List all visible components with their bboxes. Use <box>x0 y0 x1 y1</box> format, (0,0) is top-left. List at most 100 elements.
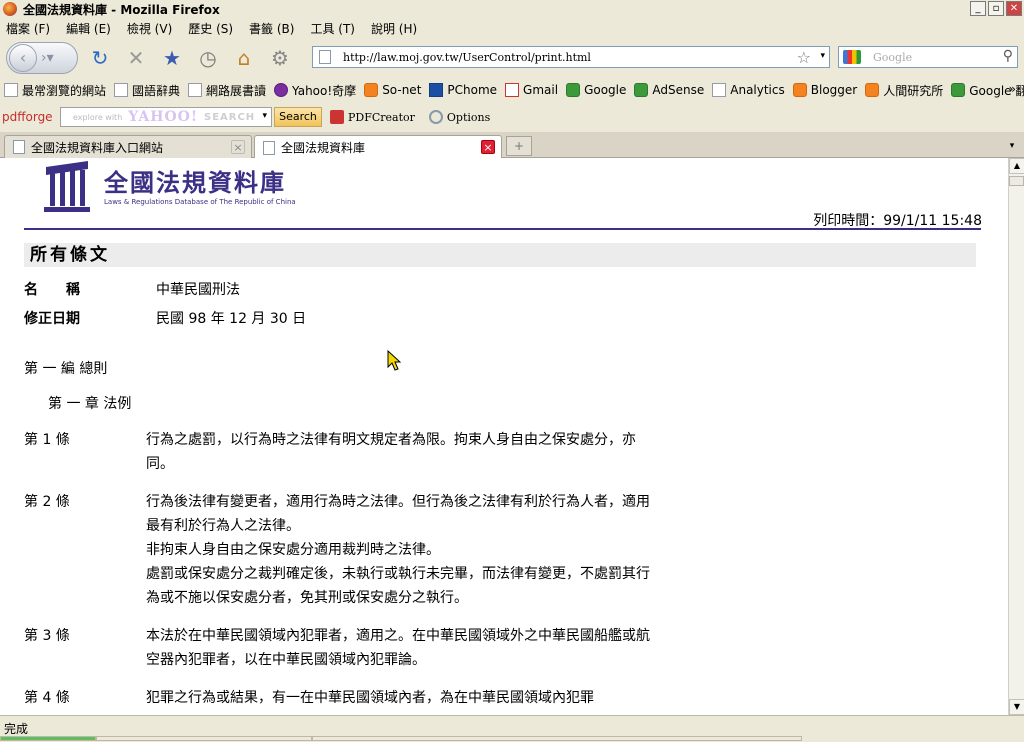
pdfforge-toolbar: pdfforge explore with YAHOO! SEARCH ▾ Se… <box>0 104 1024 130</box>
chevron-right-icon[interactable]: » <box>1009 82 1016 96</box>
pdfcreator-button[interactable]: PDFCreator <box>330 110 415 124</box>
forward-icon[interactable]: ›▾ <box>41 50 54 66</box>
stop-icon[interactable]: ✕ <box>122 44 150 72</box>
new-tab-button[interactable]: + <box>506 136 532 156</box>
close-button[interactable]: ✕ <box>1006 1 1022 16</box>
close-tab-icon[interactable]: × <box>231 140 245 154</box>
bookmark-label: Gmail <box>523 83 559 97</box>
bookmark-label: Google <box>584 83 627 97</box>
options-label: Options <box>446 110 491 124</box>
part-heading: 第 一 編 總則 <box>24 361 108 377</box>
search-icon[interactable]: ⚲ <box>1003 48 1013 64</box>
reload-icon[interactable]: ↻ <box>86 44 114 72</box>
meta-row-name: 名 稱 中華民國刑法 <box>24 279 240 299</box>
blogger-icon <box>865 83 880 97</box>
home-icon[interactable]: ⌂ <box>230 44 258 72</box>
bookmark-label: 最常瀏覽的網站 <box>22 83 107 98</box>
url-dropdown-icon[interactable]: ▾ <box>820 51 825 61</box>
bookmark-label: 國語辭典 <box>132 83 181 98</box>
page-icon <box>319 50 331 64</box>
yahoo-icon <box>274 83 289 97</box>
scroll-up-icon[interactable]: ▲ <box>1009 158 1024 174</box>
bookmark-label: So-net <box>382 83 422 97</box>
bookmark-star-icon[interactable]: ☆ <box>797 48 811 67</box>
menu-view[interactable]: 檢視 (V) <box>127 20 172 37</box>
history-clock-icon[interactable]: ◷ <box>194 44 222 72</box>
yahoo-search-placeholder: explore with <box>73 112 123 122</box>
bookmark-item[interactable]: Gmail <box>505 83 558 97</box>
meta-value: 民國 98 年 12 月 30 日 <box>156 311 307 327</box>
page-icon <box>13 140 25 154</box>
tab-law-portal[interactable]: 全國法規資料庫入口網站 × <box>4 135 252 158</box>
pchome-icon <box>429 83 444 97</box>
navigation-toolbar: ‹ ›▾ ↻ ✕ ★ ◷ ⌂ ⚙ http://law.moj.gov.tw/U… <box>0 38 1024 78</box>
options-gear-icon <box>428 110 443 124</box>
bookmark-item[interactable]: 國語辭典 <box>114 82 180 99</box>
scrollbar-thumb[interactable] <box>1009 176 1024 186</box>
bookmark-item[interactable]: 人間研究所 <box>865 82 943 99</box>
search-bar[interactable]: Google ⚲ <box>838 46 1018 68</box>
yahoo-search-input[interactable]: explore with YAHOO! SEARCH ▾ <box>60 107 272 127</box>
menu-help[interactable]: 說明 (H) <box>371 20 417 37</box>
google-icon[interactable] <box>843 50 861 64</box>
bookmark-item[interactable]: 網路展書讀 <box>188 82 266 99</box>
article: 第 4 條 犯罪之行為或結果，有一在中華民國領域內者，為在中華民國領域內犯罪 <box>24 686 662 710</box>
bookmark-item[interactable]: Google <box>566 83 626 97</box>
yahoo-search-button[interactable]: Search <box>274 107 322 127</box>
bookmark-item[interactable]: So-net <box>364 83 421 97</box>
law-building-icon <box>40 161 94 212</box>
bookmark-label: 人間研究所 <box>883 83 944 98</box>
article-number: 第 4 條 <box>24 690 70 706</box>
menu-bookmarks[interactable]: 書籤 (B) <box>249 20 294 37</box>
menu-file[interactable]: 檔案 (F) <box>6 20 50 37</box>
url-text[interactable]: http://law.moj.gov.tw/UserControl/print.… <box>343 51 591 64</box>
article-paragraph: 犯罪之行為或結果，有一在中華民國領域內者，為在中華民國領域內犯罪 <box>146 690 594 706</box>
page-icon <box>188 83 203 97</box>
url-bar[interactable]: http://law.moj.gov.tw/UserControl/print.… <box>312 46 830 68</box>
bookmarks-toolbar: 最常瀏覽的網站 國語辭典 網路展書讀 Yahoo!奇摩 So-net PChom… <box>0 78 1024 102</box>
menu-edit[interactable]: 編輯 (E) <box>66 20 111 37</box>
article-paragraph: 本法於在中華民國領域內犯罪者，適用之。在中華民國領域外之中華民國船艦或航空器內犯… <box>146 628 650 668</box>
bookmark-item[interactable]: 最常瀏覽的網站 <box>4 82 106 99</box>
close-tab-icon[interactable]: × <box>481 140 495 154</box>
bookmark-label: 網路展書讀 <box>206 83 267 98</box>
pdfcreator-label: PDFCreator <box>348 110 415 124</box>
bookmark-item[interactable]: Analytics <box>712 83 785 97</box>
minimize-button[interactable]: _ <box>970 1 986 16</box>
maximize-button[interactable]: ▫ <box>988 1 1004 16</box>
firefox-icon <box>3 2 17 16</box>
status-text: 完成 <box>4 722 29 736</box>
so-net-icon <box>364 83 379 97</box>
page-content: 全國法規資料庫 Laws & Regulations Database of T… <box>0 158 1008 715</box>
bookmark-star-icon[interactable]: ★ <box>158 44 186 72</box>
tab-label: 全國法規資料庫入口網站 <box>31 140 164 155</box>
article-body: 本法於在中華民國領域內犯罪者，適用之。在中華民國領域外之中華民國船艦或航空器內犯… <box>146 624 662 672</box>
bookmark-item[interactable]: PChome <box>429 83 497 97</box>
menu-tools[interactable]: 工具 (T) <box>310 20 355 37</box>
scroll-down-icon[interactable]: ▼ <box>1009 699 1024 715</box>
bookmark-item[interactable]: AdSense <box>634 83 704 97</box>
pdf-icon <box>330 110 344 124</box>
bookmark-item[interactable]: Yahoo!奇摩 <box>274 82 356 99</box>
site-logo[interactable]: 全國法規資料庫 Laws & Regulations Database of T… <box>40 161 296 212</box>
pdfforge-logo: pdfforge <box>2 110 53 124</box>
back-icon[interactable]: ‹ <box>9 44 37 72</box>
addon-icon[interactable]: ⚙ <box>266 44 294 72</box>
vertical-scrollbar[interactable]: ▲ ▼ <box>1008 158 1024 715</box>
header-divider <box>24 228 981 230</box>
yahoo-logo: YAHOO! <box>128 109 198 125</box>
article-paragraph: 行為之處罰，以行為時之法律有明文規定者為限。拘束人身自由之保安處分，亦同。 <box>146 432 636 472</box>
article-paragraph: 非拘束人身自由之保安處分適用裁判時之法律。 <box>146 542 440 558</box>
blogger-icon <box>792 83 807 97</box>
chevron-down-icon[interactable]: ▾ <box>262 111 267 121</box>
tab-bar: 全國法規資料庫入口網站 × 全國法規資料庫 × + ▾ <box>0 132 1024 159</box>
article: 第 3 條 本法於在中華民國領域內犯罪者，適用之。在中華民國領域外之中華民國船艦… <box>24 624 662 672</box>
bookmark-item[interactable]: Blogger <box>792 83 857 97</box>
menu-history[interactable]: 歷史 (S) <box>188 20 233 37</box>
search-placeholder: Google <box>873 50 913 64</box>
page-icon <box>114 83 129 97</box>
options-button[interactable]: Options <box>428 110 491 124</box>
list-all-tabs-icon[interactable]: ▾ <box>1002 136 1022 156</box>
article-number: 第 3 條 <box>24 628 70 644</box>
tab-law-database[interactable]: 全國法規資料庫 × <box>254 135 502 159</box>
